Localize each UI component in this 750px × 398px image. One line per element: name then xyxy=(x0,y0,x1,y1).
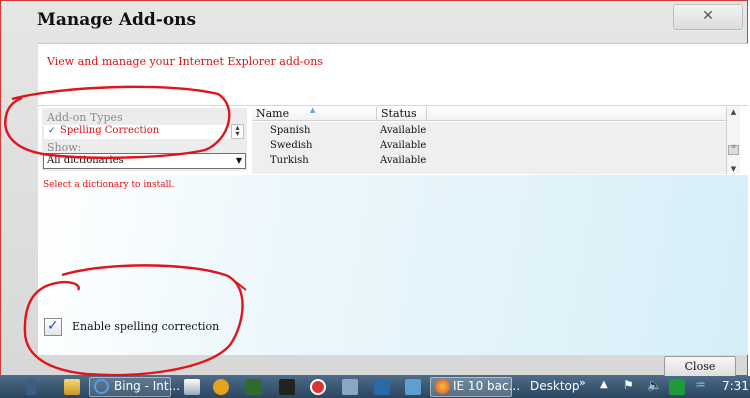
scroll-thumb[interactable]: ≡ xyxy=(728,144,739,155)
content-area: View and manage your Internet Explorer a… xyxy=(38,43,748,355)
details-pane: Select a dictionary to install. ✓ Enable… xyxy=(38,175,748,355)
addon-types-spinner[interactable]: ▴ ▾ xyxy=(231,124,244,139)
volume-icon[interactable]: 🔈 xyxy=(647,378,662,392)
column-header-label: Status xyxy=(381,107,417,120)
folder-icon[interactable] xyxy=(64,379,80,395)
row-status: Available xyxy=(380,125,427,136)
column-header-status[interactable]: Status xyxy=(377,107,427,121)
header-description: View and manage your Internet Explorer a… xyxy=(47,55,324,68)
column-header-name[interactable]: Name ▲ xyxy=(252,106,377,121)
checkmark-icon: ✓ xyxy=(48,126,56,136)
app-icon[interactable] xyxy=(246,379,262,395)
list-scrollbar[interactable]: ▲ ≡ ▼ xyxy=(726,107,740,174)
no-entry-icon[interactable] xyxy=(310,379,326,395)
scroll-down-icon[interactable]: ▼ xyxy=(727,165,740,173)
chevron-down-icon: ▼ xyxy=(235,156,242,165)
media-icon[interactable] xyxy=(213,379,229,395)
manage-addons-window: Manage Add-ons ✕ View and manage your In… xyxy=(0,0,748,378)
addon-types-list[interactable]: ✓ Spelling Correction xyxy=(44,125,231,139)
column-header-label: Name xyxy=(256,107,290,120)
taskbar: Bing - Int... IE 10 bac... Desktop » ▲ ⚑… xyxy=(0,376,750,398)
window-close-button[interactable]: ✕ xyxy=(673,4,743,30)
terminal-icon[interactable] xyxy=(279,379,295,395)
detail-hint: Select a dictionary to install. xyxy=(43,180,175,190)
scroll-up-icon[interactable]: ▲ xyxy=(727,108,740,116)
security-icon[interactable] xyxy=(669,379,685,395)
taskbar-button-ie10[interactable]: IE 10 bac... xyxy=(430,377,520,397)
start-orb-edge[interactable] xyxy=(26,379,36,395)
bing-task-label: Bing - Int... xyxy=(114,379,181,393)
addon-types-panel: Add-on Types ✓ Spelling Correction ▴ ▾ Sh… xyxy=(42,108,247,171)
firefox-icon xyxy=(435,379,450,394)
enable-spelling-label[interactable]: Enable spelling correction xyxy=(72,320,219,333)
enable-spelling-checkbox[interactable]: ✓ xyxy=(44,318,62,336)
network-icon[interactable]: ♒ xyxy=(695,378,706,392)
checkmark-icon: ✓ xyxy=(47,318,59,334)
clock[interactable]: 7:31 xyxy=(722,379,749,393)
dictionary-list: Name ▲ Status Spanish Available Swedish … xyxy=(252,106,740,174)
computer-icon[interactable] xyxy=(342,379,358,395)
ie-icon xyxy=(94,379,109,394)
divider xyxy=(38,105,748,106)
column-header-filler xyxy=(427,107,726,121)
image-icon[interactable] xyxy=(405,379,421,395)
addon-types-label: Add-on Types xyxy=(47,111,123,124)
close-icon: ✕ xyxy=(702,8,714,24)
notepad-icon[interactable] xyxy=(184,379,200,395)
close-button[interactable]: Close xyxy=(664,356,736,378)
row-name: Swedish xyxy=(270,140,313,151)
show-dropdown[interactable]: All dictionaries ▼ xyxy=(43,153,246,169)
window-title: Manage Add-ons xyxy=(37,10,197,30)
ie10-task-label: IE 10 bac... xyxy=(453,379,521,393)
sort-ascending-icon: ▲ xyxy=(310,106,316,114)
flag-icon[interactable]: ⚑ xyxy=(623,378,634,392)
powershell-icon[interactable] xyxy=(374,379,390,395)
addon-type-spelling-correction[interactable]: Spelling Correction xyxy=(60,125,159,136)
desktop-toolbar-label[interactable]: Desktop xyxy=(530,379,580,393)
desktop-chevron[interactable]: » xyxy=(579,376,586,389)
row-status: Available xyxy=(380,155,427,166)
row-name: Spanish xyxy=(270,125,311,136)
row-name: Turkish xyxy=(270,155,309,166)
show-hidden-icons-icon[interactable]: ▲ xyxy=(600,379,608,390)
show-dropdown-value: All dictionaries xyxy=(47,155,124,166)
list-body xyxy=(252,122,726,174)
taskbar-button-bing[interactable]: Bing - Int... xyxy=(89,377,180,397)
row-status: Available xyxy=(380,140,427,151)
